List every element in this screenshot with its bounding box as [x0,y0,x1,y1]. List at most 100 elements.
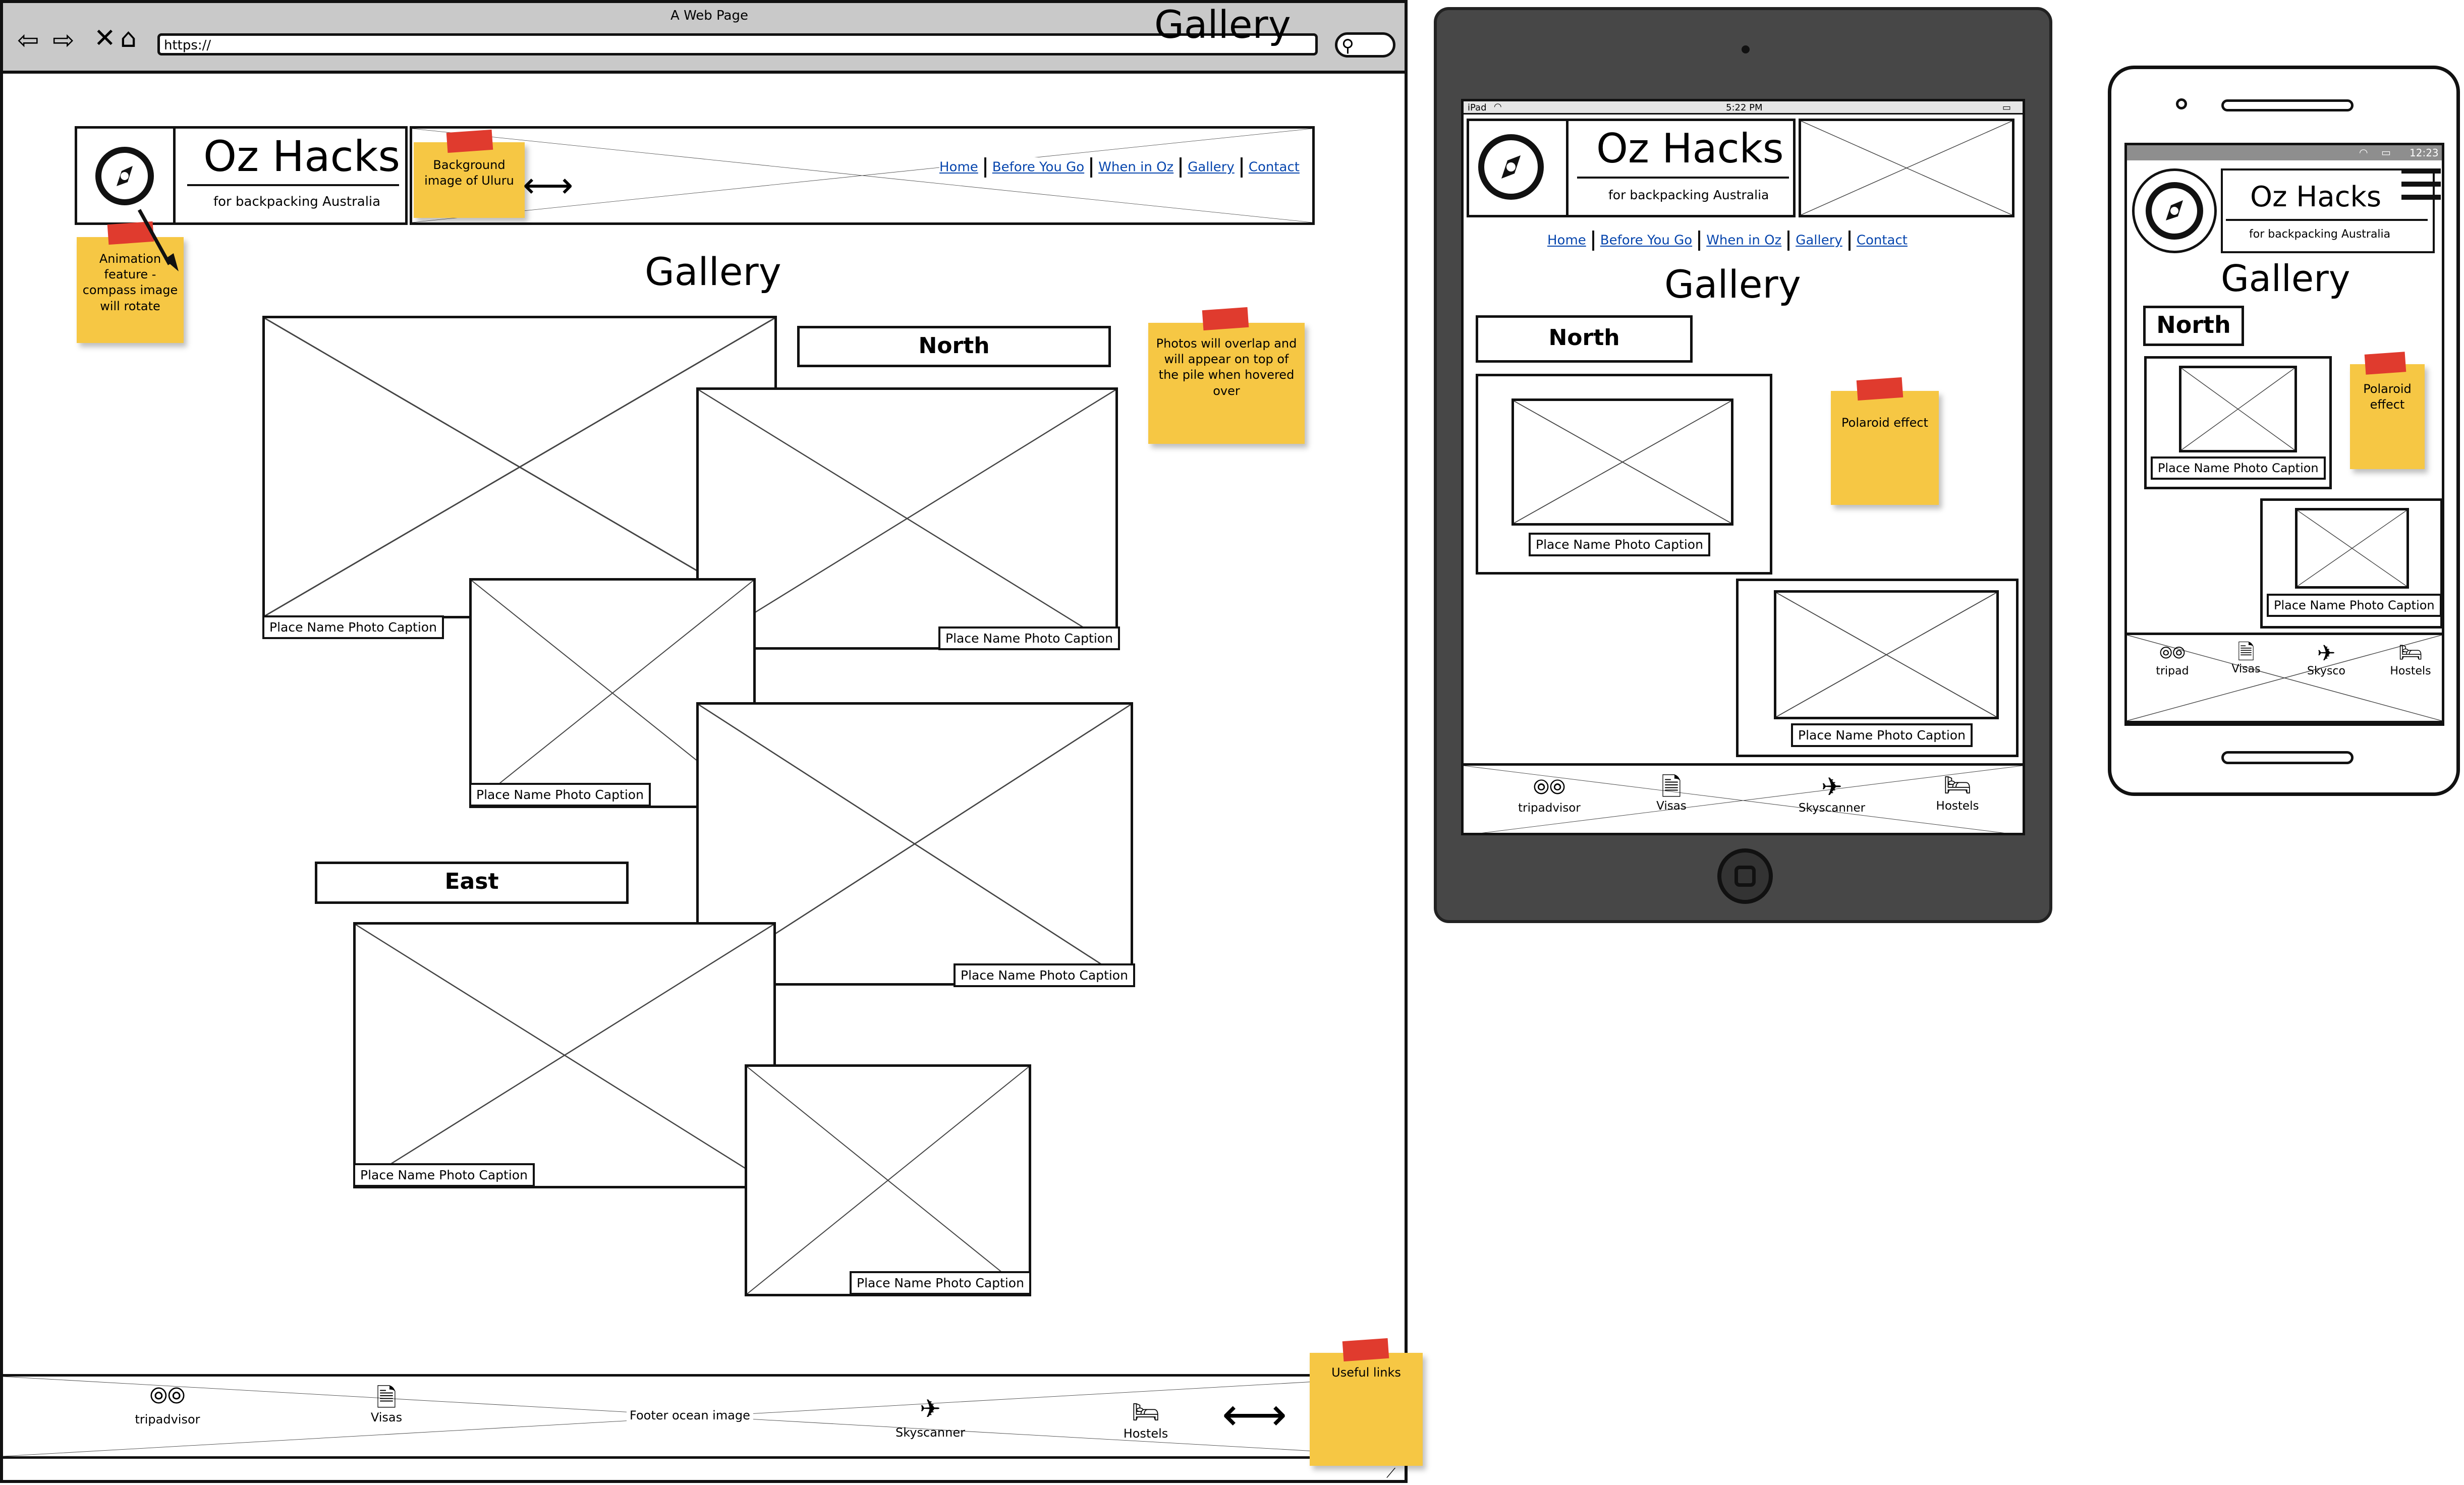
footer-link-visas[interactable]: 🗎 Visas [2226,640,2266,676]
battery-icon: ▭ [2002,102,2011,113]
resize-grip-icon[interactable]: ⟋ [1386,1467,1395,1480]
tablet-home-button[interactable] [1717,848,1773,904]
sticky-note-text: Photos will overlap and will appear on t… [1156,336,1297,398]
photo-caption: Place Name Photo Caption [954,963,1135,987]
polaroid-card[interactable]: Place Name Photo Caption [1736,579,2019,757]
nav-gallery[interactable]: Gallery [1188,160,1235,175]
photo-placeholder[interactable] [745,1064,1031,1296]
footer-link-tripadvisor[interactable]: ⦾⦾ tripadvisor [132,1385,203,1436]
sticky-tape [446,129,493,153]
nav-separator [1698,231,1701,251]
sticky-note-polaroid: Polaroid effect [2350,364,2425,469]
sticky-tape [1202,307,1249,331]
tripadvisor-icon: ⦾⦾ [2159,643,2186,662]
logo-title: Oz Hacks [203,132,401,181]
browser-toolbar: A Web Page ⇦ ⇨ ✕ ⌂ https:// ⚲ Gallery [3,2,1405,74]
footer-link-hostels[interactable]: 🛏 Hostels [1930,774,1985,813]
polaroid-card[interactable]: Place Name Photo Caption [2260,498,2442,629]
photo-caption: Place Name Photo Caption [262,615,444,639]
search-field[interactable]: ⚲ [1335,32,1395,58]
logo-title: Oz Hacks [1596,125,1784,172]
forward-arrow-icon[interactable]: ⇨ [52,25,75,55]
airplane-icon: ✈ [2317,641,2336,666]
close-icon[interactable]: ✕ [94,23,116,53]
logo-rule [2226,219,2428,221]
url-text: https:// [164,38,211,53]
footer-link-hostels[interactable]: 🛏 Hostels [2385,643,2436,677]
tablet-camera [1742,45,1750,53]
photo-caption: Place Name Photo Caption [1791,723,1973,747]
footer-link-label: Hostels [2390,665,2431,677]
home-icon[interactable]: ⌂ [120,23,137,53]
nav-home[interactable]: Home [939,160,978,175]
url-bar[interactable]: https:// [157,33,1318,55]
footer-link-visas[interactable]: 🗎 Visas [1646,774,1697,813]
footer-label: Footer ocean image [627,1407,753,1423]
nav-before-you-go[interactable]: Before You Go [992,160,1084,175]
logo-rule [1577,177,1789,179]
footer-link-label: Visas [2231,663,2261,675]
phone-speaker [2221,99,2354,111]
photo-caption: Place Name Photo Caption [2267,594,2442,617]
footer-link-label: Skyscanner [1798,802,1866,815]
phone-screen: ◠ ▭ 12:23 Oz Hacks for backpacking Austr… [2124,143,2444,726]
logo-subtitle: for backpacking Australia [2249,228,2391,241]
nav-separator [1592,231,1594,251]
polaroid-card[interactable]: Place Name Photo Caption [2144,356,2332,489]
main-nav: Home Before You Go When in Oz Gallery Contac… [1547,231,1908,251]
page-title: Gallery [645,249,781,294]
photo-caption: Place Name Photo Caption [469,783,651,807]
photo-placeholder[interactable] [353,922,776,1188]
sticky-note-text: Useful links [1331,1365,1401,1380]
sticky-note-links: Useful links [1310,1353,1423,1466]
nav-before-you-go[interactable]: Before You Go [1600,233,1692,248]
logo-box[interactable]: Oz Hacks for backpacking Australia [75,126,408,225]
sticky-tape [2364,352,2406,375]
photo-caption: Place Name Photo Caption [1529,533,1710,556]
nav-home[interactable]: Home [1547,233,1586,248]
phone-device-frame: ◠ ▭ 12:23 Oz Hacks for backpacking Austr… [2108,66,2460,796]
airplane-icon: ✈ [1821,772,1842,802]
document-icon: 🗎 [2237,640,2255,664]
footer-link-tripadvisor[interactable]: ⦾⦾ tripad [2147,645,2198,677]
logo-rule [187,184,399,186]
wifi-icon: ◠ [1494,101,1502,112]
sticky-note-text: Background image of Uluru [424,158,514,188]
footer-link-skyscanner[interactable]: ✈ Skyscanner [1786,774,1877,815]
nav-gallery[interactable]: Gallery [1796,233,1842,248]
nav-contact[interactable]: Contact [1249,160,1300,175]
footer-link-label: tripadvisor [1518,802,1581,815]
footer-link-skyscanner[interactable]: ✈ Skysco [2304,641,2349,678]
nav-separator [1180,157,1182,178]
footer-link-label: Visas [370,1410,403,1424]
polaroid-card[interactable]: Place Name Photo Caption [1476,374,1772,575]
photo-placeholder[interactable] [696,387,1118,650]
tablet-status-bar: iPad ◠ 5:22 PM ▭ [1464,101,2023,115]
phone-camera [2176,98,2187,109]
sticky-note-polaroid: Polaroid effect [1831,391,1939,505]
page-title: Gallery [1664,262,1801,307]
hamburger-menu-icon[interactable] [2401,168,2441,209]
footer-link-skyscanner[interactable]: ✈ Skyscanner [885,1396,976,1447]
compass-icon [95,147,154,205]
window-title: A Web Page [670,8,748,23]
compass-icon [2132,168,2217,253]
photo-placeholder [2179,366,2297,452]
nav-when-in-oz[interactable]: When in Oz [1706,233,1781,248]
photo-caption: Place Name Photo Caption [850,1271,1031,1295]
bed-icon: 🛏 [2398,641,2423,663]
footer-link-label: Skyscanner [895,1425,965,1440]
nav-when-in-oz[interactable]: When in Oz [1098,160,1173,175]
footer-link-visas[interactable]: 🗎 Visas [361,1385,412,1436]
battery-icon: ▭ [2381,146,2391,158]
double-arrow-icon: ⟷ [1222,1388,1287,1441]
nav-contact[interactable]: Contact [1857,233,1908,248]
footer-link-tripadvisor[interactable]: ⦾⦾ tripadvisor [1514,777,1585,815]
nav-separator [1787,231,1790,251]
back-arrow-icon[interactable]: ⇦ [17,25,39,55]
document-icon: 🗎 [376,1383,397,1412]
phone-home-bar[interactable] [2221,751,2354,764]
footer-link-hostels[interactable]: 🛏 Hostels [1118,1401,1173,1452]
compass-icon [1478,134,1544,200]
logo-box[interactable]: Oz Hacks for backpacking Australia [1467,119,1796,217]
